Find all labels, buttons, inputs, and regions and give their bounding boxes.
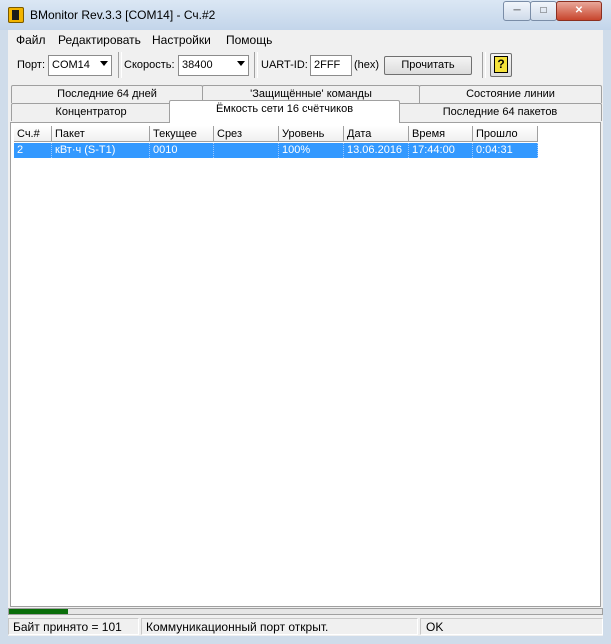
chevron-down-icon	[100, 61, 108, 66]
tab-last-64-packets[interactable]: Последние 64 пакетов	[398, 103, 602, 121]
menu-settings[interactable]: Настройки	[152, 33, 211, 47]
window-title: BMonitor Rev.3.3 [COM14] - Сч.#2	[30, 8, 216, 22]
title-bar: BMonitor Rev.3.3 [COM14] - Сч.#2 ─ □ ✕	[0, 0, 611, 30]
column-header[interactable]: Текущее	[150, 126, 214, 142]
app-icon	[8, 7, 24, 23]
table-cell: 17:44:00	[409, 143, 473, 158]
column-header[interactable]: Время	[409, 126, 473, 142]
progress-fill	[9, 609, 69, 614]
speed-select[interactable]: 38400	[178, 55, 249, 76]
progress-bar	[8, 608, 603, 615]
toolbar-separator	[118, 52, 122, 78]
toolbar: Порт: COM14 Скорость: 38400 UART-ID: 2FF…	[8, 49, 603, 83]
tab-concentrator[interactable]: Концентратор	[11, 103, 171, 121]
menu-bar: Файл Редактировать Настройки Помощь	[8, 30, 603, 49]
column-header[interactable]: Дата	[344, 126, 409, 142]
table-row[interactable]: 2 кВт·ч (S-T1) 0010 100% 13.06.2016 17:4…	[14, 143, 538, 158]
column-header[interactable]: Сч.#	[14, 126, 52, 142]
table-cell: 0:04:31	[473, 143, 538, 158]
table-cell: 13.06.2016	[344, 143, 409, 158]
column-header[interactable]: Пакет	[52, 126, 150, 142]
table-cell	[214, 143, 279, 158]
status-bytes: Байт принято = 101	[8, 618, 139, 635]
status-bar: Байт принято = 101 Коммуникационный порт…	[8, 617, 603, 636]
uart-label: UART-ID:	[261, 59, 308, 71]
toolbar-separator	[254, 52, 258, 78]
port-select[interactable]: COM14	[48, 55, 112, 76]
table-cell: 2	[14, 143, 52, 158]
help-button[interactable]: ?	[490, 53, 512, 77]
uart-id-value: 2FFF	[314, 59, 341, 71]
close-button[interactable]: ✕	[556, 1, 602, 21]
speed-label: Скорость:	[124, 59, 175, 71]
tab-network-capacity[interactable]: Ёмкость сети 16 счётчиков	[169, 100, 400, 123]
column-header[interactable]: Уровень	[279, 126, 344, 142]
menu-file[interactable]: Файл	[16, 33, 46, 47]
menu-help[interactable]: Помощь	[226, 33, 272, 47]
maximize-button[interactable]: □	[530, 1, 557, 21]
uart-id-input[interactable]: 2FFF	[310, 55, 352, 76]
port-value: COM14	[52, 59, 90, 71]
speed-value: 38400	[182, 59, 213, 71]
table-cell: кВт·ч (S-T1)	[52, 143, 150, 158]
column-header[interactable]: Срез	[214, 126, 279, 142]
minimize-button[interactable]: ─	[503, 1, 531, 21]
hex-label: (hex)	[354, 59, 380, 71]
table-cell: 100%	[279, 143, 344, 158]
help-icon: ?	[494, 56, 508, 73]
tab-panel: Сч.# Пакет Текущее Срез Уровень Дата Вре…	[10, 122, 601, 607]
table-cell: 0010	[150, 143, 214, 158]
menu-edit[interactable]: Редактировать	[58, 33, 141, 47]
tab-line-state[interactable]: Состояние линии	[419, 85, 602, 103]
client-area: Файл Редактировать Настройки Помощь Порт…	[8, 30, 603, 636]
status-ok: OK	[420, 618, 603, 635]
chevron-down-icon	[237, 61, 245, 66]
port-label: Порт:	[17, 59, 45, 71]
status-port: Коммуникационный порт открыт.	[141, 618, 418, 635]
column-header[interactable]: Прошло	[473, 126, 538, 142]
read-button[interactable]: Прочитать	[384, 56, 472, 75]
toolbar-separator	[482, 52, 486, 78]
